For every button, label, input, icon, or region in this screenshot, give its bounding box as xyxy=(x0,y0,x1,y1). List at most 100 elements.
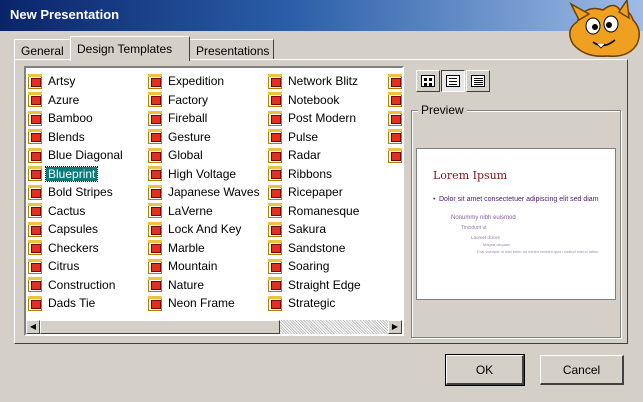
list-item[interactable]: Japanese Waves xyxy=(148,183,262,202)
scroll-track[interactable] xyxy=(280,320,388,334)
list-item[interactable]: Artsy xyxy=(28,72,125,91)
new-presentation-dialog: New Presentation General Design Template… xyxy=(0,0,643,402)
list-item[interactable]: High Voltage xyxy=(148,165,262,184)
window-title: New Presentation xyxy=(10,7,120,22)
horizontal-scrollbar[interactable]: ◀ ▶ xyxy=(26,320,402,334)
template-file-icon xyxy=(388,110,402,126)
template-file-icon xyxy=(148,240,162,256)
list-item[interactable]: Pulse xyxy=(268,128,363,147)
list-item[interactable]: Romanesque xyxy=(268,202,363,221)
list-item[interactable]: Blue Diagonal xyxy=(28,146,125,165)
details-view-button[interactable] xyxy=(466,70,490,92)
list-item-partial[interactable] xyxy=(388,72,402,91)
list-item[interactable]: Notebook xyxy=(268,91,363,110)
list-item-partial[interactable] xyxy=(388,91,402,110)
list-item[interactable]: Marble xyxy=(148,239,262,258)
list-item[interactable]: Ribbons xyxy=(268,165,363,184)
list-item[interactable]: Sakura xyxy=(268,220,363,239)
scroll-right-icon[interactable]: ▶ xyxy=(388,320,402,334)
template-file-icon xyxy=(148,147,162,163)
list-item[interactable]: Nature xyxy=(148,276,262,295)
tab-design-templates[interactable]: Design Templates xyxy=(70,36,190,61)
list-item[interactable]: Straight Edge xyxy=(268,276,363,295)
template-column: Network Blitz Notebook Post Modern Pulse Rad… xyxy=(268,72,363,313)
list-item[interactable]: Ricepaper xyxy=(268,183,363,202)
list-item-label: Mountain xyxy=(168,259,218,274)
list-item[interactable]: Checkers xyxy=(28,239,125,258)
list-item-label: Sakura xyxy=(288,222,327,237)
list-item[interactable]: Blueprint xyxy=(28,165,125,184)
template-file-icon xyxy=(28,240,42,256)
ok-button[interactable]: OK xyxy=(445,354,525,386)
scroll-left-icon[interactable]: ◀ xyxy=(26,320,40,334)
list-item[interactable]: Blends xyxy=(28,128,125,147)
preview-bullet-3: Tincidunt ut xyxy=(461,225,487,231)
list-item[interactable]: Construction xyxy=(28,276,125,295)
template-file-icon xyxy=(268,166,282,182)
list-item-label: Artsy xyxy=(48,74,76,89)
template-file-icon xyxy=(268,277,282,293)
list-item-label: Citrus xyxy=(48,259,80,274)
title-bar[interactable]: New Presentation xyxy=(0,0,643,31)
preview-bullet-5: Magna aliquam xyxy=(483,242,511,247)
list-item-partial[interactable] xyxy=(388,109,402,128)
tab-presentations[interactable]: Presentations xyxy=(189,39,274,60)
list-item[interactable]: Radar xyxy=(268,146,363,165)
tab-general[interactable]: General xyxy=(14,39,72,60)
list-item[interactable]: Global xyxy=(148,146,262,165)
list-item-label: Blends xyxy=(48,129,85,144)
list-item[interactable]: Fireball xyxy=(148,109,262,128)
preview-bullet-6: Erat volutpat ut wisi enim ad minim veni… xyxy=(477,249,599,254)
preview-bullet-2: Nonummy nibh euismod xyxy=(451,215,516,221)
template-file-icon xyxy=(28,258,42,274)
list-item[interactable]: Bamboo xyxy=(28,109,125,128)
template-file-icon xyxy=(268,203,282,219)
view-toggle-group xyxy=(416,70,491,92)
template-file-icon xyxy=(388,147,402,163)
office-assistant-cat-icon[interactable] xyxy=(563,0,643,62)
template-file-icon xyxy=(148,166,162,182)
list-item[interactable]: Bold Stripes xyxy=(28,183,125,202)
list-item-partial[interactable] xyxy=(388,146,402,165)
list-item-label: Bamboo xyxy=(48,111,93,126)
large-icons-view-button[interactable] xyxy=(416,70,440,92)
list-item-label: Neon Frame xyxy=(168,296,235,311)
cancel-button[interactable]: Cancel xyxy=(540,355,624,385)
list-item-label: Network Blitz xyxy=(288,74,359,89)
list-item[interactable]: Soaring xyxy=(268,257,363,276)
list-item[interactable]: Azure xyxy=(28,91,125,110)
list-item-label: Post Modern xyxy=(288,111,357,126)
template-file-icon xyxy=(28,147,42,163)
template-file-icon xyxy=(28,73,42,89)
list-item[interactable]: Factory xyxy=(148,91,262,110)
list-item-label: Japanese Waves xyxy=(168,185,260,200)
template-column-partial xyxy=(388,72,402,165)
list-item[interactable]: Post Modern xyxy=(268,109,363,128)
list-item[interactable]: Citrus xyxy=(28,257,125,276)
scroll-thumb[interactable] xyxy=(40,320,280,334)
list-item[interactable]: Lock And Key xyxy=(148,220,262,239)
list-item-label: Radar xyxy=(288,148,321,163)
template-file-icon xyxy=(28,166,42,182)
template-file-icon xyxy=(388,129,402,145)
list-item-label: Notebook xyxy=(288,92,340,107)
list-item[interactable]: Network Blitz xyxy=(268,72,363,91)
list-item[interactable]: LaVerne xyxy=(148,202,262,221)
list-item-partial[interactable] xyxy=(388,128,402,147)
list-item[interactable]: Cactus xyxy=(28,202,125,221)
list-item[interactable]: Mountain xyxy=(148,257,262,276)
template-file-icon xyxy=(268,240,282,256)
list-item[interactable]: Sandstone xyxy=(268,239,363,258)
template-file-icon xyxy=(28,221,42,237)
list-item[interactable]: Expedition xyxy=(148,72,262,91)
template-file-icon xyxy=(268,92,282,108)
list-item[interactable]: Dads Tie xyxy=(28,294,125,313)
list-item[interactable]: Neon Frame xyxy=(148,294,262,313)
list-item[interactable]: Strategic xyxy=(268,294,363,313)
list-view-button[interactable] xyxy=(441,70,465,92)
list-item-label: High Voltage xyxy=(168,166,237,181)
list-item[interactable]: Capsules xyxy=(28,220,125,239)
template-list[interactable]: Artsy Azure Bamboo Blends Blue Diagonal Bluep… xyxy=(24,66,404,336)
list-item[interactable]: Gesture xyxy=(148,128,262,147)
list-item-label: Blueprint xyxy=(44,165,99,182)
